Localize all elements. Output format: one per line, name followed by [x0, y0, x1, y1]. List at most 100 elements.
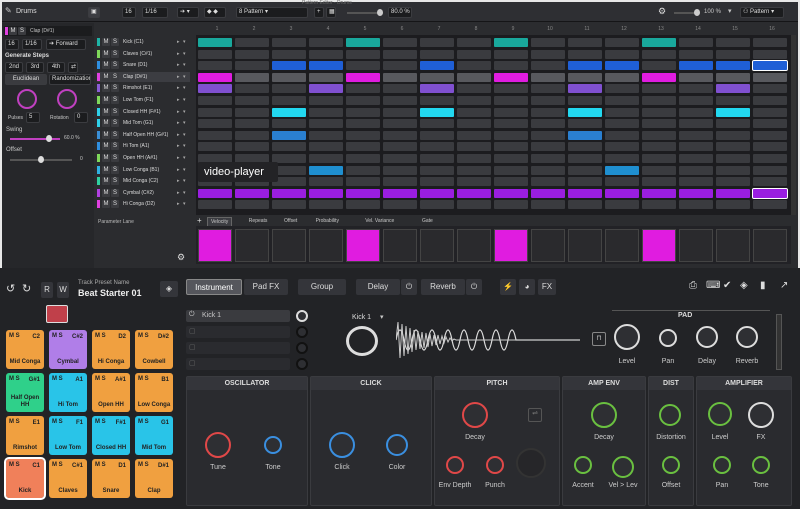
step-cell[interactable]: [383, 49, 417, 59]
step-cell[interactable]: [716, 154, 750, 163]
track-row[interactable]: M S Rimshot (E1) ▸ ▾: [97, 83, 190, 93]
pad-mute-solo[interactable]: M S: [9, 462, 20, 468]
step-cell[interactable]: [531, 72, 565, 82]
step-cell[interactable]: [679, 177, 713, 187]
step-cell[interactable]: [753, 142, 787, 152]
step-cell[interactable]: [383, 177, 417, 187]
track-menu-icon[interactable]: ▾: [183, 153, 186, 163]
layer-3-level-knob[interactable]: [296, 342, 308, 354]
step-cell[interactable]: [198, 142, 232, 152]
step-cell[interactable]: [568, 96, 602, 105]
pad-mute-solo[interactable]: M S: [95, 376, 106, 382]
accent-knob[interactable]: [574, 456, 592, 474]
step-cell[interactable]: [531, 165, 565, 175]
pad-mute-solo[interactable]: M S: [9, 333, 20, 339]
track-mute-button[interactable]: M: [102, 200, 110, 209]
step-cell[interactable]: [679, 119, 713, 129]
step-cell[interactable]: [642, 165, 676, 175]
step-cell[interactable]: [346, 188, 380, 198]
step-cell[interactable]: [568, 61, 602, 71]
step-cell[interactable]: [383, 188, 417, 198]
amp-pan-knob[interactable]: [713, 456, 731, 474]
add-lane-icon[interactable]: +: [197, 216, 202, 225]
step-cell[interactable]: [568, 177, 602, 187]
track-play-icon[interactable]: ▸: [177, 188, 180, 198]
track-row[interactable]: M S Mid Conga (C2) ▸ ▾: [97, 176, 190, 186]
step-cell[interactable]: [309, 84, 343, 94]
pad-delay-knob[interactable]: [696, 326, 718, 348]
step-cell[interactable]: [457, 107, 491, 117]
step-cell[interactable]: [272, 188, 306, 198]
step-cell[interactable]: [457, 188, 491, 198]
step-cell[interactable]: [642, 38, 676, 47]
step-cell[interactable]: [531, 38, 565, 47]
step-cell[interactable]: [420, 38, 454, 47]
step-cell[interactable]: [309, 38, 343, 47]
step-cell[interactable]: [753, 84, 787, 94]
step-cell[interactable]: [457, 49, 491, 59]
step-cell[interactable]: [346, 119, 380, 129]
track-solo-button[interactable]: S: [111, 119, 119, 128]
step-cell[interactable]: [309, 72, 343, 82]
pitch-decay-knob[interactable]: [462, 402, 488, 428]
step-cell[interactable]: [346, 130, 380, 140]
track-row[interactable]: M S Claves (C#1) ▸ ▾: [97, 49, 190, 59]
step-cell[interactable]: [605, 119, 639, 129]
pad-mute-solo[interactable]: M S: [95, 333, 106, 339]
drum-pad[interactable]: M S F1 Low Tom: [49, 416, 87, 455]
track-play-icon[interactable]: ▸: [177, 95, 180, 105]
step-cell[interactable]: [679, 61, 713, 71]
step-cell[interactable]: [309, 142, 343, 152]
step-cell[interactable]: [642, 96, 676, 105]
track-play-icon[interactable]: ▸: [177, 118, 180, 128]
track-row[interactable]: M S Low Conga (B1) ▸ ▾: [97, 165, 190, 175]
step-cell[interactable]: [568, 154, 602, 163]
step-count-field[interactable]: 16: [122, 7, 136, 18]
step-cell[interactable]: [198, 107, 232, 117]
velocity-bar[interactable]: [679, 229, 713, 262]
step-cell[interactable]: [383, 38, 417, 47]
track-row[interactable]: M S Mid Tom (G1) ▸ ▾: [97, 118, 190, 128]
step-cell[interactable]: [383, 84, 417, 94]
step-cell[interactable]: [716, 188, 750, 198]
step-cell[interactable]: [642, 72, 676, 82]
folder-icon[interactable]: ▮: [760, 280, 766, 291]
step-cell[interactable]: [531, 61, 565, 71]
velocity-bar[interactable]: [605, 229, 639, 262]
step-cell[interactable]: [568, 119, 602, 129]
track-mute-button[interactable]: M: [102, 84, 110, 93]
step-cell[interactable]: [457, 154, 491, 163]
offset-slider-thumb[interactable]: [38, 156, 44, 163]
distortion-knob[interactable]: [659, 404, 681, 426]
step-cell[interactable]: [642, 200, 676, 210]
preset-name[interactable]: Beat Starter 01: [78, 288, 142, 298]
step-cell[interactable]: [457, 72, 491, 82]
layer-4[interactable]: ▢: [186, 358, 290, 370]
amp-level-knob[interactable]: [708, 402, 732, 426]
track-menu-icon[interactable]: ▾: [183, 83, 186, 93]
step-cell[interactable]: [272, 49, 306, 59]
track-size-field[interactable]: 16: [5, 39, 19, 50]
step-cell[interactable]: [642, 107, 676, 117]
step-cell[interactable]: [198, 38, 232, 47]
offset-slider[interactable]: [10, 156, 72, 163]
pad-mute-solo[interactable]: M S: [52, 333, 63, 339]
rotation-value[interactable]: 0: [74, 112, 88, 123]
sample-dropdown-icon[interactable]: ▾: [380, 313, 384, 321]
velocity-bar[interactable]: [198, 229, 232, 262]
step-cell[interactable]: [679, 188, 713, 198]
step-cell[interactable]: [235, 61, 269, 71]
lane-tab[interactable]: Offset: [281, 217, 300, 225]
step-cell[interactable]: [346, 96, 380, 105]
step-cell[interactable]: [679, 84, 713, 94]
expand-icon[interactable]: ↗: [780, 280, 788, 291]
step-cell[interactable]: [235, 107, 269, 117]
zoom-slider[interactable]: [674, 9, 700, 16]
track-play-icon[interactable]: ▸: [177, 37, 180, 47]
step-cell[interactable]: [309, 130, 343, 140]
step-cell[interactable]: [642, 119, 676, 129]
step-cell[interactable]: [457, 84, 491, 94]
step-cell[interactable]: [679, 154, 713, 163]
step-cell[interactable]: [753, 38, 787, 47]
add-pattern-button[interactable]: +: [314, 7, 324, 18]
